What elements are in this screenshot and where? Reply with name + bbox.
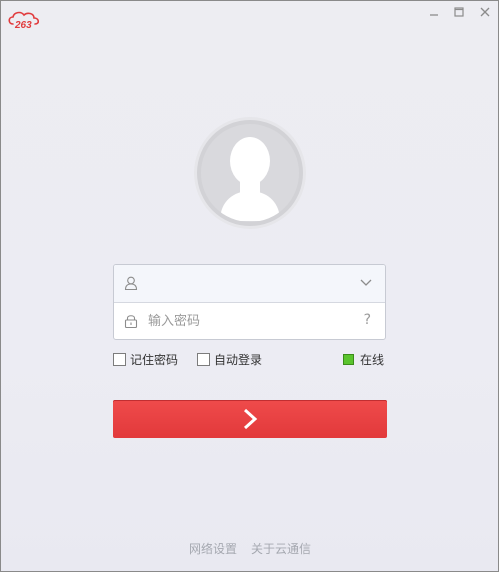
maximize-button[interactable] bbox=[452, 5, 466, 19]
status-selector[interactable]: 在线 bbox=[343, 351, 384, 368]
user-icon bbox=[124, 276, 138, 291]
arrow-right-icon bbox=[243, 408, 258, 430]
close-button[interactable] bbox=[478, 5, 492, 19]
password-row: ? bbox=[114, 303, 385, 339]
about-link[interactable]: 关于云通信 bbox=[251, 542, 311, 556]
login-window: 263 ? 记住密码 自动登录 在线 网络设置 关于云通信 bbox=[0, 0, 499, 572]
default-avatar-icon bbox=[197, 120, 303, 226]
lock-icon bbox=[124, 315, 138, 329]
remember-password-option[interactable]: 记住密码 bbox=[113, 351, 178, 368]
auto-login-label: 自动登录 bbox=[214, 353, 263, 367]
remember-password-checkbox[interactable] bbox=[113, 353, 126, 366]
username-row bbox=[114, 265, 385, 303]
minimize-icon bbox=[430, 14, 438, 16]
logo-text: 263 bbox=[14, 20, 32, 29]
password-help-icon[interactable]: ? bbox=[364, 312, 371, 328]
auto-login-option[interactable]: 自动登录 bbox=[197, 351, 262, 368]
minimize-button[interactable] bbox=[427, 5, 441, 19]
network-settings-link[interactable]: 网络设置 bbox=[189, 542, 237, 556]
username-input[interactable] bbox=[148, 271, 348, 295]
status-label: 在线 bbox=[360, 353, 385, 367]
online-status-icon bbox=[343, 354, 354, 365]
auto-login-checkbox[interactable] bbox=[197, 353, 210, 366]
user-avatar bbox=[194, 117, 306, 229]
footer-links: 网络设置 关于云通信 bbox=[189, 540, 325, 557]
remember-password-label: 记住密码 bbox=[130, 353, 179, 367]
login-button[interactable] bbox=[113, 400, 387, 438]
login-form: ? bbox=[113, 264, 386, 340]
maximize-icon bbox=[454, 7, 464, 17]
close-icon bbox=[480, 7, 490, 17]
password-input[interactable] bbox=[148, 309, 348, 333]
chevron-down-icon[interactable] bbox=[359, 277, 373, 289]
app-logo: 263 bbox=[7, 9, 45, 31]
